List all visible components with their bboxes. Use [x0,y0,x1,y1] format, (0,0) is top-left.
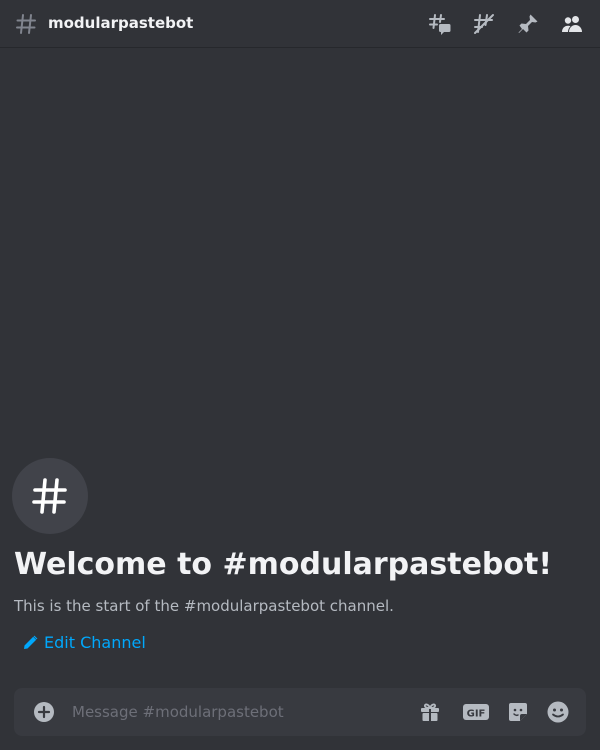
channel-welcome-avatar [12,458,88,534]
welcome-title: Welcome to #modularpastebot! [14,547,553,582]
hashtag-icon [14,12,38,36]
gif-icon[interactable]: GIF [462,700,490,724]
large-hashtag-icon [32,478,67,514]
channel-name: modularpastebot [48,14,194,32]
notification-muted-icon[interactable] [472,12,496,36]
pin-icon[interactable] [516,12,540,36]
channel-header: modularpastebot [0,0,600,48]
welcome-subtitle: This is the start of the #modularpastebo… [14,597,394,615]
message-composer: GIF [14,688,586,736]
gift-icon[interactable] [418,700,442,724]
emoji-icon[interactable] [546,700,570,724]
attach-plus-icon[interactable] [32,700,56,724]
chat-window: modularpastebot Welcome to #modularpaste… [0,0,600,750]
sticker-icon[interactable] [506,700,530,724]
message-input[interactable] [72,688,402,736]
edit-channel-label: Edit Channel [44,633,146,652]
gif-label: GIF [467,709,486,720]
pencil-icon [24,635,38,649]
edit-channel-link[interactable]: Edit Channel [22,633,146,653]
member-list-icon[interactable] [560,12,584,36]
threads-icon[interactable] [428,12,452,36]
